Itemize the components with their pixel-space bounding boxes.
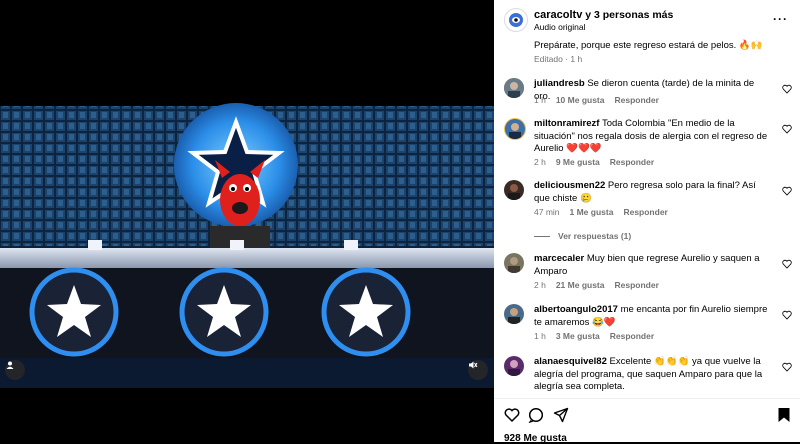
comment-meta: 1 h 3 Me gusta Responder xyxy=(534,331,664,341)
desk-star-badges xyxy=(29,267,411,357)
comment-text: alanaesquivel82 Excelente 👏👏👏 ya que vue… xyxy=(534,356,770,394)
heart-icon[interactable] xyxy=(782,124,792,134)
comments-list[interactable]: Prepárate, porque este regreso estará de… xyxy=(494,38,800,398)
audio-label[interactable]: Audio original xyxy=(534,22,586,32)
comment-item: alanaesquivel82 Excelente 👏👏👏 ya que vue… xyxy=(504,356,794,398)
comment-meta: 2 h 9 Me gusta Responder xyxy=(534,157,664,167)
comment-text: miltonramirezf Toda Colombia "En medio d… xyxy=(534,118,770,156)
heart-icon[interactable] xyxy=(782,310,792,320)
reply-button[interactable]: Responder xyxy=(614,95,658,105)
edited-label: Editado xyxy=(534,54,563,64)
avatar[interactable] xyxy=(504,253,524,273)
comment-username[interactable]: alanaesquivel82 xyxy=(534,356,607,367)
avatar[interactable] xyxy=(504,304,524,324)
comment-text: albertoangulo2017 me encanta por fin Aur… xyxy=(534,304,770,329)
comment-time[interactable]: 2 h xyxy=(534,157,546,167)
comment-username[interactable]: marcecaler xyxy=(534,253,584,264)
more-horizontal-icon[interactable]: ··· xyxy=(773,12,788,26)
title-coauthors[interactable]: y 3 personas más xyxy=(582,9,673,21)
reply-button[interactable]: Responder xyxy=(610,157,654,167)
comment-likes[interactable]: 21 Me gusta xyxy=(556,280,605,290)
heart-icon[interactable] xyxy=(782,186,792,196)
comment-item: miltonramirezf Toda Colombia "En medio d… xyxy=(504,118,794,178)
comment-time[interactable]: 1 h xyxy=(534,331,546,341)
reply-button[interactable]: Responder xyxy=(623,207,667,217)
comment-icon[interactable] xyxy=(528,407,544,423)
comment-time[interactable]: 1 h xyxy=(534,95,546,105)
title-username[interactable]: caracoltv xyxy=(534,9,582,21)
comment-meta: 2 h 21 Me gusta Responder xyxy=(534,280,669,290)
comment-item: juliandresb Se dieron cuenta (tarde) de … xyxy=(504,78,794,118)
comment-username[interactable]: deliciousmen22 xyxy=(534,180,605,191)
comment-username[interactable]: albertoangulo2017 xyxy=(534,304,618,315)
comment-likes[interactable]: 9 Me gusta xyxy=(556,157,600,167)
comment-username[interactable]: juliandresb xyxy=(534,78,585,89)
comment-time[interactable]: 2 h xyxy=(534,280,546,290)
comment-time[interactable]: 47 min xyxy=(534,207,560,217)
video-frame xyxy=(0,103,494,388)
comment-item: deliciousmen22 Pero regresa solo para la… xyxy=(504,180,794,250)
avatar[interactable] xyxy=(504,180,524,200)
comment-likes[interactable]: 10 Me gusta xyxy=(556,95,605,105)
heart-icon[interactable] xyxy=(504,407,520,423)
comment-text: deliciousmen22 Pero regresa solo para la… xyxy=(534,180,770,205)
post-header: caracoltv y 3 personas más Audio origina… xyxy=(494,0,800,38)
comment-item: albertoangulo2017 me encanta por fin Aur… xyxy=(504,304,794,354)
reply-button[interactable]: Responder xyxy=(614,280,658,290)
comment-likes[interactable]: 1 Me gusta xyxy=(570,207,614,217)
post-panel: caracoltv y 3 personas más Audio origina… xyxy=(494,0,800,444)
heart-icon[interactable] xyxy=(782,259,792,269)
avatar[interactable] xyxy=(504,356,524,376)
comment-username[interactable]: miltonramirezf xyxy=(534,118,599,129)
avatar[interactable] xyxy=(504,78,524,98)
likes-count[interactable]: 928 Me gusta xyxy=(504,433,567,444)
comment-meta: 47 min 1 Me gusta Responder xyxy=(534,207,678,217)
view-replies-button[interactable]: Ver respuestas (1) xyxy=(534,231,631,241)
view-replies-label[interactable]: Ver respuestas (1) xyxy=(558,231,631,241)
avatar[interactable] xyxy=(504,118,526,140)
comment-text: marcecaler Muy bien que regrese Aurelio … xyxy=(534,253,770,278)
video-player[interactable] xyxy=(0,0,494,442)
comment-meta: 1 h 10 Me gusta Responder xyxy=(534,95,669,105)
caption-meta: Editado · 1 h xyxy=(534,54,583,64)
user-tag-icon[interactable] xyxy=(5,360,25,380)
bookmark-icon[interactable] xyxy=(777,407,791,423)
mute-icon[interactable] xyxy=(468,360,488,380)
action-bar: 928 Me gusta xyxy=(494,398,800,444)
heart-icon[interactable] xyxy=(782,84,792,94)
caption-time: 1 h xyxy=(570,54,583,64)
post-title[interactable]: caracoltv y 3 personas más xyxy=(534,9,673,21)
comment-item: marcecaler Muy bien que regrese Aurelio … xyxy=(504,253,794,303)
reply-button[interactable]: Responder xyxy=(610,331,654,341)
comment-likes[interactable]: 3 Me gusta xyxy=(556,331,600,341)
heart-icon[interactable] xyxy=(782,362,792,372)
account-avatar[interactable] xyxy=(504,8,528,32)
share-icon[interactable] xyxy=(553,407,569,423)
caption-text: Prepárate, porque este regreso estará de… xyxy=(534,40,763,51)
